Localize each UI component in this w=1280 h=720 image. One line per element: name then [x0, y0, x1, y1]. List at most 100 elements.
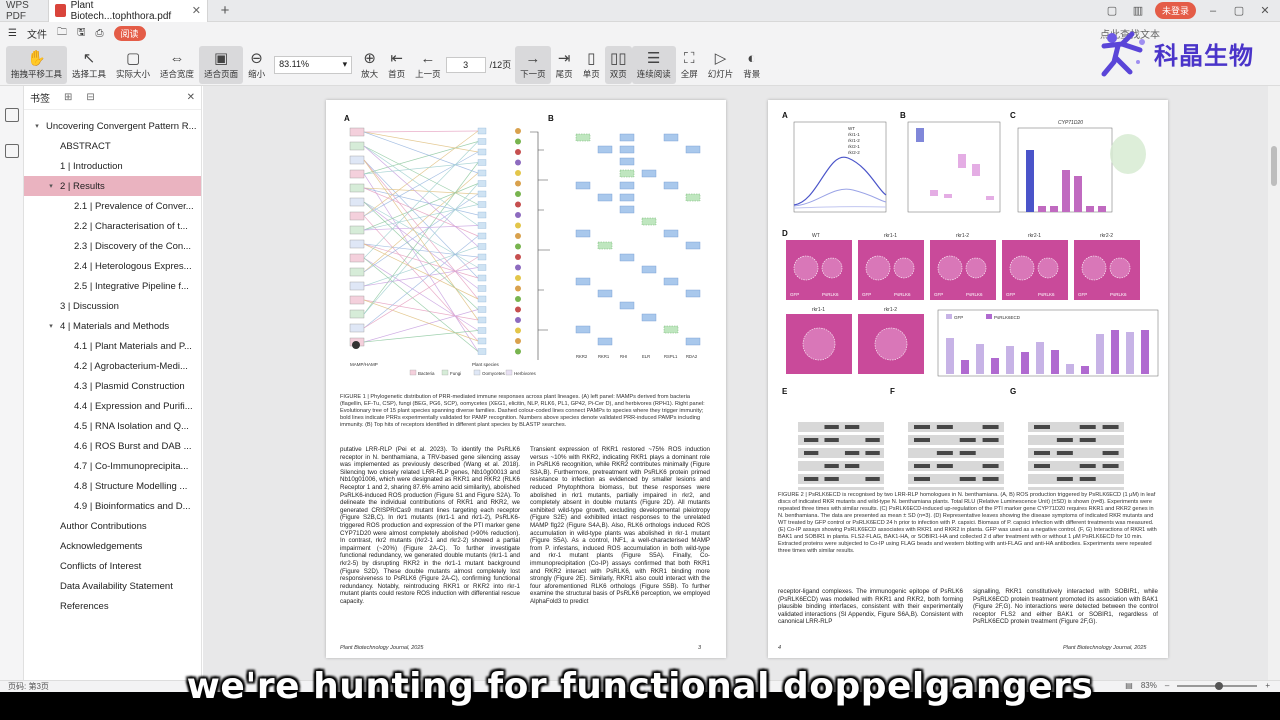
minimize-icon[interactable]: – [1204, 5, 1222, 17]
background-label: 背景 [743, 68, 761, 79]
bookmark-label: ABSTRACT [60, 140, 111, 152]
double-page-button[interactable]: ▯▯ 双页 [604, 45, 632, 84]
species-marker [477, 253, 487, 261]
continuous-button[interactable]: ☰ 连续阅读 [631, 45, 676, 84]
leaf-treatment-label: PsRLK6 [822, 292, 839, 297]
login-button[interactable]: 未登录 [1154, 2, 1196, 19]
thumbnail-panel-icon[interactable] [4, 144, 19, 158]
bookmark-item[interactable]: ▾ 2 | Results [24, 176, 201, 196]
single-page-button[interactable]: ▯ 单页 [578, 46, 605, 84]
bookmark-item[interactable]: 4.4 | Expression and Purifi... [24, 396, 201, 416]
bookmark-item[interactable]: 4.3 | Plasmid Construction [24, 376, 201, 396]
save-icon[interactable]: 🖫 [77, 25, 86, 42]
bookmark-item[interactable]: 4.9 | Bioinformatics and D... [24, 496, 201, 516]
new-tab-button[interactable]: + [214, 2, 236, 19]
western-blot-strip [1028, 435, 1124, 445]
bookmark-item[interactable]: References [24, 596, 201, 616]
connection-line [363, 131, 479, 174]
fit-page-button[interactable]: ▣ 适合页面 [199, 45, 244, 84]
blot-band [1056, 477, 1073, 481]
leaf-genotype-label: rkr1-1 [884, 233, 897, 239]
biomass-bar [1081, 366, 1089, 374]
hand-tool-button[interactable]: ✋ 拖拽平移工具 [6, 45, 68, 84]
open-folder-icon[interactable]: 🗀 [57, 25, 67, 42]
pdf-icon [55, 4, 66, 17]
bookmark-item[interactable]: 4.8 | Structure Modelling ... [24, 476, 201, 496]
bookmark-item[interactable]: 2.1 | Prevalence of Conver... [24, 196, 201, 216]
expand-all-icon[interactable]: ⊞ [64, 92, 72, 103]
next-page-button[interactable]: → 下一页 [515, 45, 551, 84]
read-mode-pill[interactable]: 阅读 [113, 25, 146, 41]
app-tab[interactable]: WPS PDF [0, 0, 48, 22]
document-view[interactable]: A B Bacteria Fungi Oomycetes Herbivores MAMP… [203, 86, 1268, 680]
background-button[interactable]: ◐ 背景 [738, 46, 765, 84]
bookmark-item[interactable]: 2.4 | Heterologous Expres... [24, 256, 201, 276]
layout2-icon[interactable]: ▥ [1129, 4, 1147, 17]
receptor-axis-label: RKR2 [576, 354, 588, 359]
western-blot-strip [1028, 487, 1124, 490]
layout-icon[interactable]: ▢ [1103, 4, 1121, 17]
bookmark-item[interactable]: ▾ Uncovering Convergent Pattern R... [24, 116, 201, 136]
close-tab-icon[interactable]: ✕ [192, 4, 201, 17]
bookmark-item[interactable]: 3 | Discussion [24, 296, 201, 316]
bookmark-item[interactable]: Author Contributions [24, 516, 201, 536]
bookmark-item[interactable]: ABSTRACT [24, 136, 201, 156]
zoom-in-button[interactable]: ⊕ 放大 [356, 46, 383, 84]
bookmark-item[interactable]: 4.7 | Co-Immunoprecipita... [24, 456, 201, 476]
zoom-out-button[interactable]: ⊖ 缩小 [243, 46, 270, 84]
biomass-bar [946, 338, 954, 374]
prev-page-button[interactable]: ← 上一页 [410, 46, 446, 84]
hand-tool-label: 拖拽平移工具 [11, 68, 63, 79]
scrollbar-thumb[interactable] [1271, 146, 1277, 186]
bookmark-label: 4.3 | Plasmid Construction [74, 380, 185, 392]
bookmark-item[interactable]: 1 | Introduction [24, 156, 201, 176]
blot-band [824, 438, 839, 442]
bookmark-item[interactable]: 4.6 | ROS Burst and DAB ... [24, 436, 201, 456]
bookmark-item[interactable]: 2.3 | Discovery of the Con... [24, 236, 201, 256]
first-page-button[interactable]: ⇤ 首页 [383, 46, 410, 84]
document-tab[interactable]: Plant Biotech...tophthora.pdf ✕ [48, 0, 208, 22]
species-image-icon [515, 338, 521, 344]
bookmark-item[interactable]: 2.5 | Integrative Pipeline f... [24, 276, 201, 296]
bookmark-panel-icon[interactable] [4, 108, 19, 122]
receptor-hit-box [685, 145, 701, 154]
last-page-button[interactable]: ⇥ 尾页 [551, 46, 578, 84]
connection-line [363, 201, 479, 310]
page-number-input[interactable]: 3 [445, 56, 486, 73]
bookmark-item[interactable]: Conflicts of Interest [24, 556, 201, 576]
blot-band [1056, 451, 1073, 455]
fit-width-button[interactable]: ⇔ 适合宽度 [155, 46, 199, 84]
mamp-box [349, 183, 365, 193]
bookmark-item[interactable]: 4.1 | Plant Materials and P... [24, 336, 201, 356]
maximize-icon[interactable]: ▢ [1230, 4, 1248, 17]
close-panel-icon[interactable]: ✕ [187, 92, 195, 103]
close-window-icon[interactable]: ✕ [1256, 4, 1274, 17]
hamburger-icon[interactable]: ☰ [8, 28, 17, 39]
receptor-hit-box [619, 145, 635, 154]
expand-arrow-icon[interactable]: ▾ [46, 322, 56, 330]
collapse-all-icon[interactable]: ⊟ [86, 92, 94, 103]
mamp-box [349, 211, 365, 221]
fullscreen-button[interactable]: ⛶ 全屏 [676, 46, 703, 84]
file-menu[interactable]: 文件 [27, 26, 47, 41]
leaf-treatment-label: PsRLK6 [1110, 292, 1127, 297]
connection-line [363, 201, 479, 289]
bookmark-label: 2.2 | Characterisation of t... [74, 220, 188, 232]
figure-2-graphic: A B CDE F GWTrkr1-1rkr1-2rkr2-1rkr2-2CYP71D2… [782, 111, 1159, 490]
bookmark-item[interactable]: 2.2 | Characterisation of t... [24, 216, 201, 236]
bookmark-item[interactable]: Data Availability Statement [24, 576, 201, 596]
receptor-hit-box [597, 193, 613, 202]
vertical-scrollbar[interactable] [1268, 86, 1280, 680]
slideshow-button[interactable]: ▷ 幻灯片 [703, 46, 739, 84]
actual-size-button[interactable]: ▢ 实际大小 [111, 46, 155, 84]
bookmark-item[interactable]: 4.2 | Agrobacterium-Medi... [24, 356, 201, 376]
connection-line [363, 330, 479, 343]
expand-arrow-icon[interactable]: ▾ [46, 182, 56, 190]
select-tool-button[interactable]: ↖ 选择工具 [67, 46, 111, 84]
zoom-input[interactable]: 83.11% ▾ [274, 55, 353, 74]
bookmark-item[interactable]: Acknowledgements [24, 536, 201, 556]
expand-arrow-icon[interactable]: ▾ [32, 122, 42, 130]
bookmark-item[interactable]: ▾ 4 | Materials and Methods [24, 316, 201, 336]
print-icon[interactable]: ⎙ [96, 28, 104, 39]
bookmark-item[interactable]: 4.5 | RNA Isolation and Q... [24, 416, 201, 436]
